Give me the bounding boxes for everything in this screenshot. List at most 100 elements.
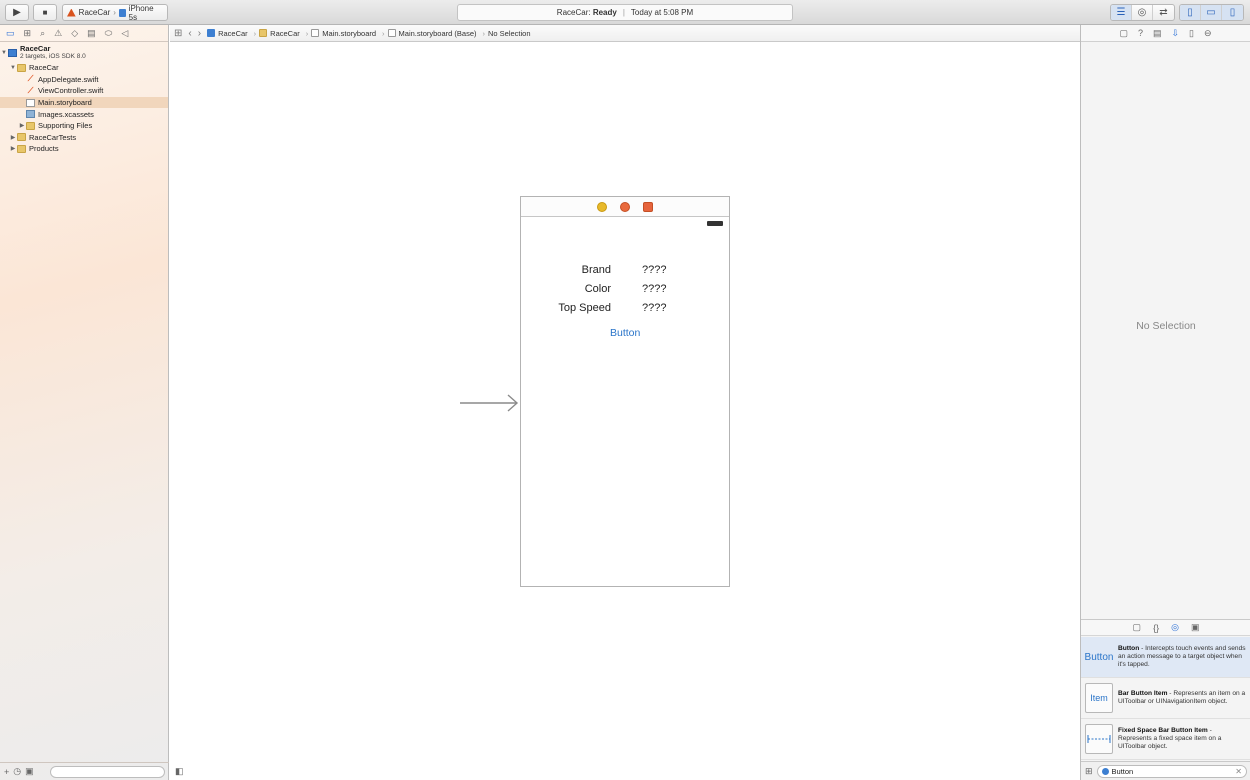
utilities-toggle-icon[interactable]: ▯: [1222, 5, 1243, 20]
file-template-icon[interactable]: ▢: [1133, 622, 1142, 633]
run-button[interactable]: ▶: [5, 4, 29, 21]
file-tree-item[interactable]: ▶ Supporting Files: [0, 120, 168, 132]
app-icon: [67, 8, 76, 17]
breadcrumb-item[interactable]: RaceCar ›: [207, 29, 256, 38]
file-tree-item[interactable]: ⟋ ViewController.swift: [0, 85, 168, 97]
library-item-title: Bar Button Item: [1118, 690, 1168, 697]
standard-editor-icon[interactable]: ☰: [1111, 5, 1132, 20]
initial-view-controller-arrow[interactable]: [460, 393, 520, 413]
breadcrumb-item[interactable]: No Selection: [488, 29, 531, 38]
breadcrumb-item[interactable]: Main.storyboard (Base) ›: [387, 28, 485, 38]
status-state: Ready: [592, 8, 617, 17]
top-speed-value-label[interactable]: ????: [642, 302, 666, 314]
breadcrumb-label: Main.storyboard: [322, 28, 377, 38]
related-items-icon[interactable]: ⊞: [174, 28, 182, 39]
breadcrumb-label: Main.storyboard (Base): [398, 28, 477, 38]
attributes-inspector-icon[interactable]: ⇩: [1172, 28, 1180, 39]
library-item[interactable]: Button Button - Intercepts touch events …: [1081, 637, 1250, 678]
debug-icon[interactable]: ▤: [87, 28, 96, 39]
breadcrumb-label: RaceCar: [270, 28, 300, 38]
search-icon[interactable]: ⌕: [40, 28, 45, 39]
file-tree: ▼ RaceCar 2 targets, iOS SDK 8.0 ▼ RaceCa…: [0, 42, 168, 155]
exit-icon[interactable]: [643, 201, 653, 212]
file-inspector-icon[interactable]: ▢: [1119, 28, 1128, 39]
view-controller-icon[interactable]: [597, 201, 607, 212]
project-row[interactable]: ▼ RaceCar 2 targets, iOS SDK 8.0: [0, 44, 168, 62]
first-responder-icon[interactable]: [620, 201, 630, 212]
disclosure-triangle-icon[interactable]: ▶: [18, 122, 26, 129]
connections-inspector-icon[interactable]: ⊖: [1204, 28, 1212, 39]
back-arrow-icon[interactable]: ‹: [188, 28, 191, 39]
file-tree-item[interactable]: ▶ RaceCarTests: [0, 132, 168, 144]
view-controller-scene[interactable]: Brand ???? Color ???? Top Speed ???? But…: [520, 196, 730, 587]
file-tree-item[interactable]: Main.storyboard: [0, 96, 168, 109]
breakpoint-icon[interactable]: ⬭: [105, 28, 113, 39]
object-library-list: Button Button - Intercepts touch events …: [1081, 637, 1250, 760]
disclosure-triangle-icon[interactable]: ▼: [0, 50, 8, 56]
source-control-icon[interactable]: ▣: [25, 766, 34, 777]
forward-arrow-icon[interactable]: ›: [198, 28, 201, 39]
project-subtitle: 2 targets, iOS SDK 8.0: [20, 53, 86, 60]
scene-button[interactable]: Button: [610, 327, 640, 339]
storyboard-canvas[interactable]: Brand ???? Color ???? Top Speed ???? But…: [170, 43, 1080, 780]
file-tree-item-label: AppDelegate.swift: [38, 74, 99, 84]
clear-icon[interactable]: ✕: [1235, 767, 1242, 776]
test-icon[interactable]: ◇: [71, 28, 78, 39]
report-icon[interactable]: ◁: [121, 28, 128, 39]
symbol-icon[interactable]: ⊞: [24, 28, 32, 39]
size-inspector-icon[interactable]: ▯: [1189, 28, 1194, 39]
code-snippet-icon[interactable]: {}: [1153, 623, 1159, 633]
file-tree-item[interactable]: Images.xcassets: [0, 108, 168, 120]
library-item[interactable]: Item Bar Button Item - Represents an ite…: [1081, 678, 1250, 719]
debug-area-icon[interactable]: ◧: [175, 766, 184, 777]
library-item[interactable]: Fixed Space Bar Button Item - Represents…: [1081, 719, 1250, 760]
recent-icon[interactable]: ◷: [13, 766, 21, 777]
library-search-input[interactable]: Button ✕: [1096, 764, 1247, 778]
inspector-empty-state: No Selection: [1136, 320, 1196, 332]
storyboard-file-icon: [387, 29, 396, 37]
breadcrumb-item[interactable]: Main.storyboard ›: [311, 28, 385, 38]
folder-icon: [17, 63, 26, 72]
disclosure-triangle-icon[interactable]: ▼: [9, 65, 17, 71]
object-library-icon[interactable]: ◎: [1171, 622, 1179, 633]
version-editor-icon[interactable]: ⇄: [1153, 5, 1174, 20]
breadcrumb-separator-icon: ›: [253, 28, 257, 38]
library-item-title: Button: [1118, 645, 1140, 652]
folder-icon: [259, 29, 268, 37]
top-speed-label[interactable]: Top Speed: [558, 302, 611, 314]
warning-icon[interactable]: ⚠: [54, 28, 62, 39]
breadcrumb: RaceCar › RaceCar › Main.storyboard › Main.sto…: [207, 28, 531, 38]
battery-icon: [707, 221, 723, 226]
debug-area-toggle-icon[interactable]: ▭: [1201, 5, 1222, 20]
breadcrumb-item[interactable]: RaceCar ›: [259, 29, 308, 38]
navigator-filter-input[interactable]: [49, 765, 165, 778]
folder-icon[interactable]: ▭: [6, 28, 15, 39]
device-name: iPhone 5s: [128, 3, 154, 22]
quick-help-icon[interactable]: ?: [1138, 28, 1143, 38]
file-tree-item[interactable]: ▶ Products: [0, 143, 168, 155]
grid-view-icon[interactable]: ⊞: [1085, 766, 1093, 777]
color-label[interactable]: Color: [585, 283, 611, 295]
navigator-toggle-icon[interactable]: ▯: [1180, 5, 1201, 20]
fixed-space-icon: [1085, 724, 1113, 754]
assistant-editor-icon[interactable]: ◎: [1132, 5, 1153, 20]
media-library-icon[interactable]: ▣: [1191, 622, 1200, 633]
file-tree-item[interactable]: ▼ RaceCar: [0, 62, 168, 74]
scheme-selector[interactable]: RaceCar › iPhone 5s: [62, 3, 168, 22]
brand-label[interactable]: Brand: [582, 264, 611, 276]
breadcrumb-separator-icon: ›: [305, 28, 309, 38]
brand-value-label[interactable]: ????: [642, 264, 666, 276]
stop-button[interactable]: ■: [33, 4, 57, 21]
file-tree-item-label: Images.xcassets: [38, 109, 94, 119]
identity-inspector-icon[interactable]: ▤: [1153, 28, 1162, 39]
filter-icon: [1101, 767, 1109, 775]
project-icon: [207, 29, 216, 37]
storyboard-file-icon: [311, 29, 320, 37]
add-icon[interactable]: +: [4, 767, 9, 777]
button-thumbnail: Button: [1084, 651, 1114, 663]
file-tree-item[interactable]: ⟋ AppDelegate.swift: [0, 74, 168, 86]
disclosure-triangle-icon[interactable]: ▶: [9, 134, 17, 141]
file-tree-item-label: Main.storyboard: [38, 98, 92, 108]
disclosure-triangle-icon[interactable]: ▶: [9, 145, 17, 152]
color-value-label[interactable]: ????: [642, 283, 666, 295]
